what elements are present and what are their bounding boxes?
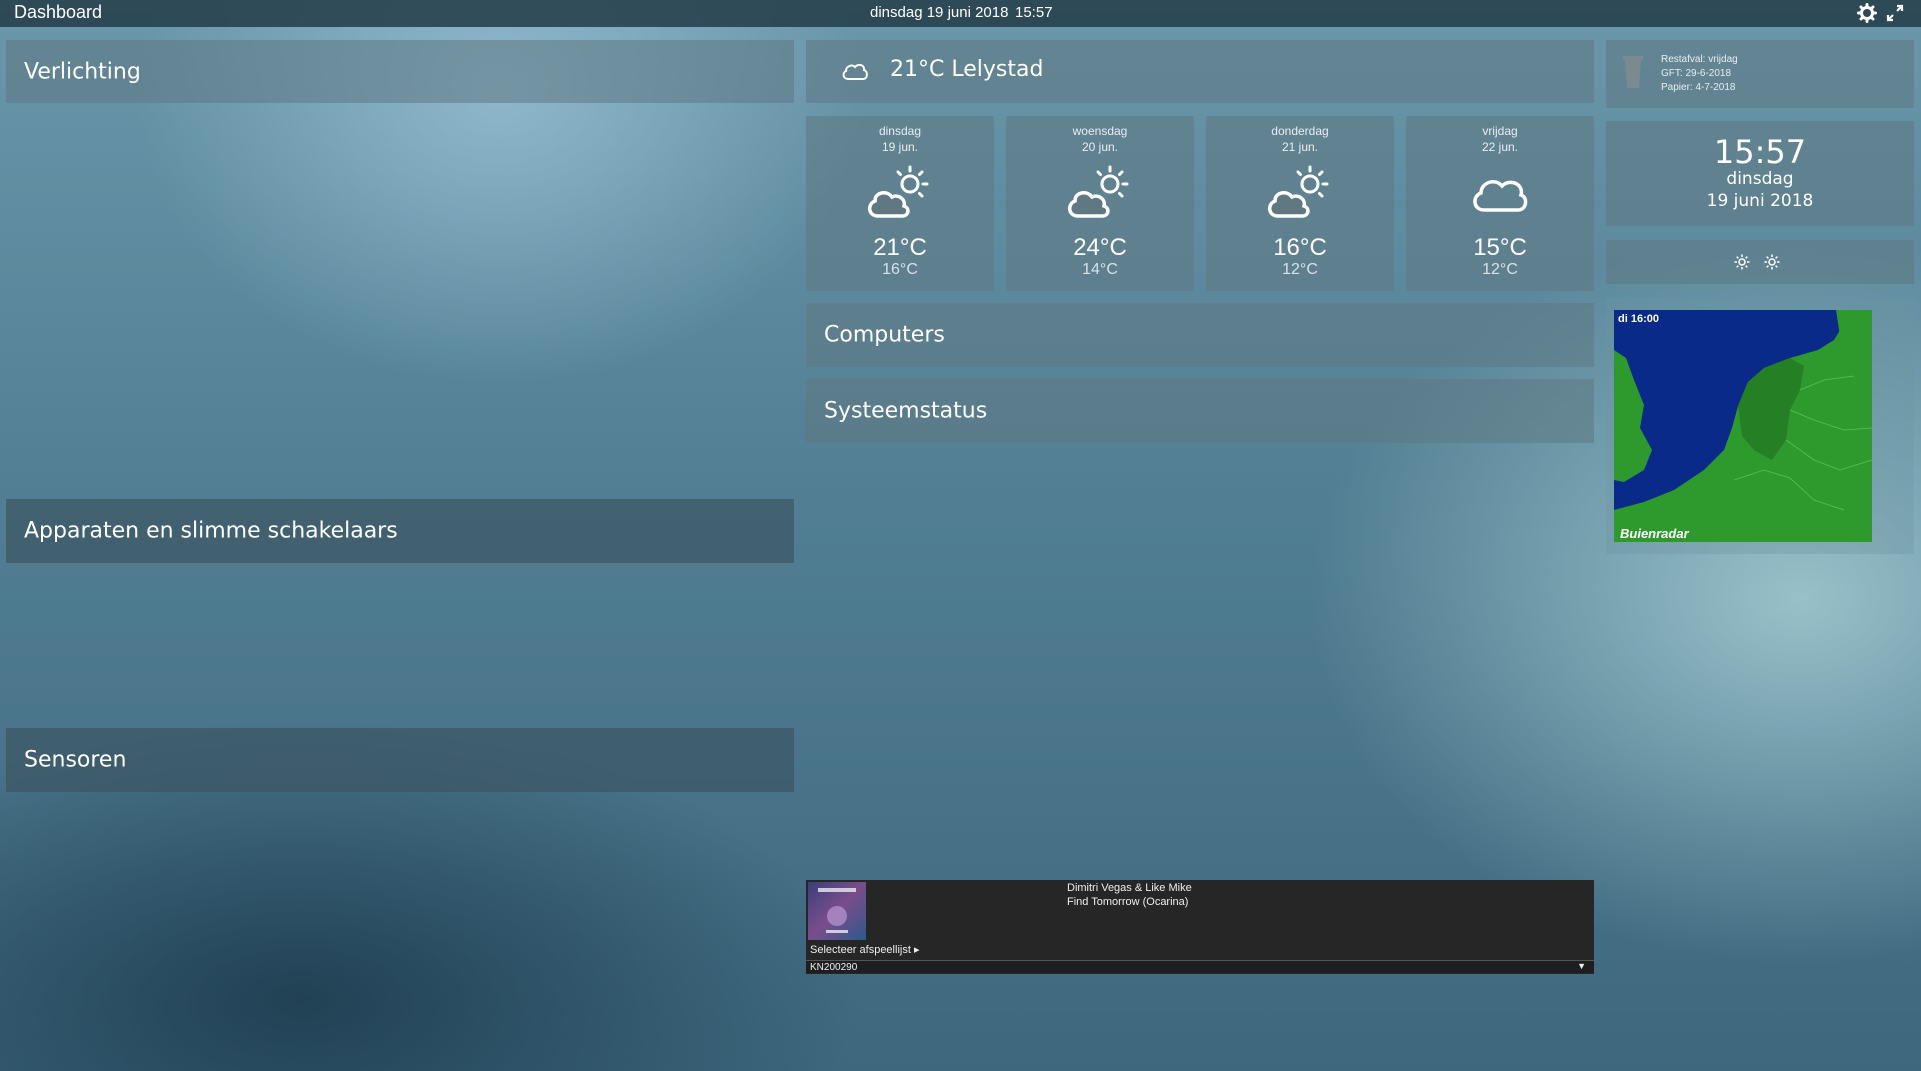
forecast-day: dinsdag 19 jun. 21°C 16°C: [806, 116, 994, 291]
forecast-day: woensdag 20 jun. 24°C 14°C: [1006, 116, 1194, 291]
weather-current[interactable]: 21°C Lelystad: [806, 40, 1594, 103]
radar-timestamp: di 16:00: [1618, 313, 1659, 325]
rain-radar-map[interactable]: di 16:00 Buienradar: [1614, 310, 1873, 542]
garbage-gft: GFT: 29-6-2018: [1661, 68, 1732, 79]
section-title: Systeemstatus: [824, 398, 988, 424]
partly-sunny-icon: [1064, 164, 1136, 229]
music-player: Dimitri Vegas & Like Mike Find Tomorrow …: [806, 880, 1594, 974]
topbar-time: 15:57: [1015, 4, 1053, 21]
chevron-down-icon[interactable]: ▼: [1577, 961, 1586, 971]
forecast-day-date: 19 jun.: [881, 140, 919, 154]
trash-bin-icon: [1622, 54, 1644, 94]
forecast-day: donderdag 21 jun. 16°C 12°C: [1206, 116, 1394, 291]
clock-time: 15:57: [1713, 133, 1807, 171]
cloud-icon: [840, 60, 870, 86]
garbage-calendar: Restafval: vrijdag GFT: 29-6-2018 Papier…: [1606, 40, 1914, 108]
top-bar: Dashboard dinsdag 19 juni 2018 15:57: [0, 0, 1921, 27]
weather-current-text: 21°C Lelystad: [890, 57, 1044, 82]
rain-radar-widget[interactable]: di 16:00 Buienradar: [1606, 298, 1914, 554]
playlist-selector-link[interactable]: Selecteer afspeellijst ▸: [810, 943, 919, 956]
app-title: Dashboard: [14, 2, 103, 22]
sun-times: [1606, 240, 1914, 284]
forecast-day-name: donderdag: [1271, 124, 1329, 138]
partly-sunny-icon: [864, 164, 936, 229]
forecast-max: 24°C: [1073, 234, 1127, 261]
clock-weekday: dinsdag: [1726, 169, 1794, 189]
sunrise-icon: [1734, 254, 1750, 274]
section-title: Computers: [824, 322, 945, 348]
garbage-papier: Papier: 4-7-2018: [1661, 82, 1736, 93]
section-title: Apparaten en slimme schakelaars: [24, 518, 398, 544]
forecast-day-date: 22 jun.: [1481, 140, 1519, 154]
section-computers[interactable]: Computers: [806, 303, 1594, 367]
topbar-date: dinsdag 19 juni 2018: [870, 4, 1009, 21]
partly-sunny-icon: [1264, 164, 1336, 229]
album-cover[interactable]: [808, 882, 866, 940]
device-select[interactable]: KN200290 ▼: [806, 960, 1594, 973]
forecast-day: vrijdag 22 jun. 15°C 12°C: [1406, 116, 1594, 291]
section-title: Sensoren: [24, 747, 127, 773]
forecast-day-name: woensdag: [1072, 124, 1128, 138]
forecast-day-date: 20 jun.: [1081, 140, 1119, 154]
forecast-max: 16°C: [1273, 234, 1327, 261]
track-artist: Dimitri Vegas & Like Mike: [1067, 882, 1192, 894]
forecast-min: 16°C: [882, 261, 918, 278]
gear-icon[interactable]: [1857, 3, 1877, 23]
forecast-day-name: dinsdag: [878, 124, 922, 138]
section-sensoren[interactable]: Sensoren: [6, 728, 794, 792]
forecast-max: 21°C: [873, 234, 927, 261]
topbar-icons: [1857, 3, 1905, 23]
buienradar-logo: Buienradar: [1620, 526, 1689, 541]
forecast-day-date: 21 jun.: [1281, 140, 1319, 154]
section-title: Verlichting: [24, 59, 141, 84]
garbage-dates: Restafval: vrijdag GFT: 29-6-2018 Papier…: [1661, 53, 1738, 95]
forecast-day-name: vrijdag: [1482, 124, 1518, 138]
forecast-min: 14°C: [1082, 261, 1118, 278]
forecast-min: 12°C: [1282, 261, 1318, 278]
sunset-icon: [1764, 254, 1780, 274]
section-apparaten[interactable]: Apparaten en slimme schakelaars: [6, 499, 794, 563]
forecast-min: 12°C: [1482, 261, 1518, 278]
fullscreen-icon[interactable]: [1885, 3, 1905, 23]
forecast-max: 15°C: [1473, 234, 1527, 261]
cloud-icon: [1470, 164, 1530, 225]
clock-date: 19 juni 2018: [1706, 191, 1814, 211]
section-verlichting[interactable]: Verlichting: [6, 40, 794, 103]
device-select-value: KN200290: [810, 962, 858, 973]
clock-widget: 15:57 dinsdag 19 juni 2018: [1606, 121, 1914, 226]
track-title: Find Tomorrow (Ocarina): [1067, 896, 1189, 908]
garbage-restafval: Restafval: vrijdag: [1661, 54, 1738, 65]
section-systeemstatus[interactable]: Systeemstatus: [806, 379, 1594, 443]
